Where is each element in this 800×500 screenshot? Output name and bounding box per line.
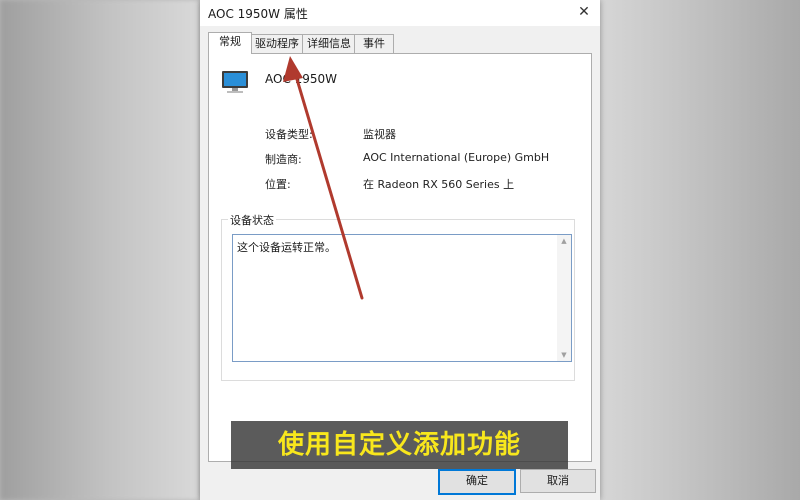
background-right <box>600 0 800 500</box>
device-name: AOC 1950W <box>265 72 338 86</box>
manufacturer-value: AOC International (Europe) GmbH <box>363 151 550 164</box>
video-caption: 使用自定义添加功能 <box>231 421 568 469</box>
device-type-value: 监视器 <box>363 128 396 141</box>
device-status-text: 这个设备运转正常。 <box>237 241 336 254</box>
status-scrollbar[interactable]: ▲ ▼ <box>557 235 571 361</box>
manufacturer-label: 制造商: <box>265 153 302 166</box>
device-status-label: 设备状态 <box>228 212 276 228</box>
scroll-down-icon[interactable]: ▼ <box>557 349 571 361</box>
scroll-up-icon[interactable]: ▲ <box>557 235 571 247</box>
tab-events[interactable]: 事件 <box>354 34 394 53</box>
window-title: AOC 1950W 属性 <box>208 7 308 21</box>
tab-general[interactable]: 常规 <box>208 32 252 54</box>
device-type-label: 设备类型: <box>265 128 313 141</box>
tab-panel-general: AOC 1950W 设备类型: 监视器 制造商: AOC Internation… <box>208 53 592 462</box>
location-label: 位置: <box>265 178 291 191</box>
monitor-icon <box>222 71 248 93</box>
title-bar[interactable]: AOC 1950W 属性 ✕ <box>200 0 600 26</box>
background-left <box>0 0 200 500</box>
close-icon[interactable]: ✕ <box>572 2 596 22</box>
device-status-textbox[interactable]: 这个设备运转正常。 ▲ ▼ <box>232 234 572 362</box>
tab-driver[interactable]: 驱动程序 <box>250 34 304 53</box>
device-status-group: 设备状态 这个设备运转正常。 ▲ ▼ <box>221 212 575 381</box>
tab-details[interactable]: 详细信息 <box>302 34 356 53</box>
cancel-button[interactable]: 取消 <box>520 469 596 493</box>
location-value: 在 Radeon RX 560 Series 上 <box>363 178 515 191</box>
ok-button[interactable]: 确定 <box>438 469 516 495</box>
